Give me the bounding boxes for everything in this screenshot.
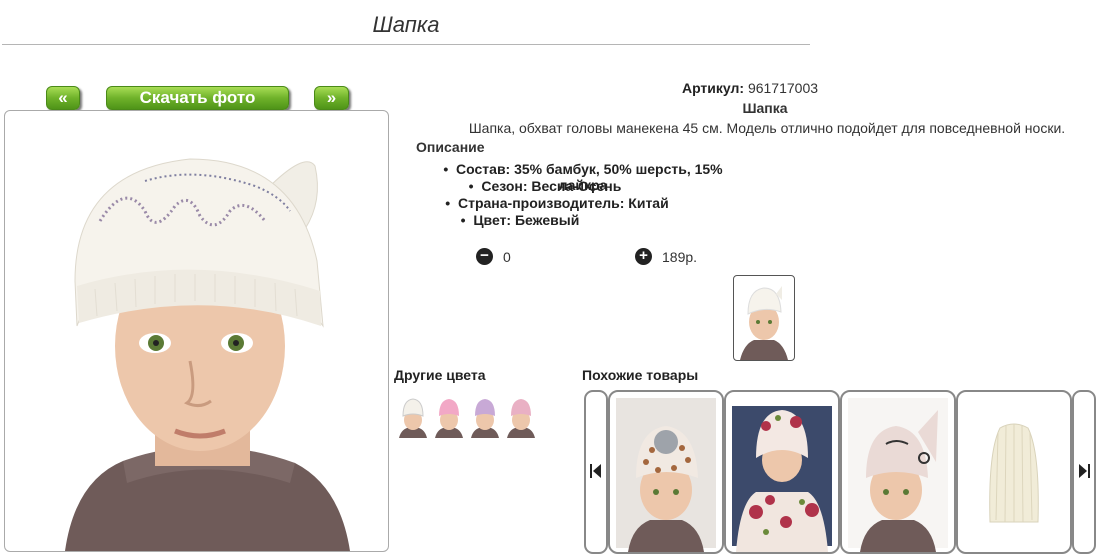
page-title: Шапка	[372, 12, 440, 37]
product-description: Шапка, обхват головы манекена 45 см. Мод…	[468, 120, 1066, 136]
quantity-value: 0	[503, 249, 511, 265]
arrow-right-icon	[1079, 464, 1090, 478]
title-divider	[2, 44, 810, 45]
plus-icon[interactable]: +	[635, 248, 652, 265]
spec-country: Страна-производитель: Китай	[394, 195, 720, 211]
next-photo-button[interactable]: »	[314, 86, 349, 110]
photo-thumbnail[interactable]	[733, 275, 795, 361]
article-value: 961717003	[747, 80, 819, 96]
article-label: Артикул:	[681, 80, 745, 96]
similar-product-3[interactable]	[840, 390, 956, 554]
spec-season: Сезон: Весна-Осень	[382, 178, 708, 194]
similar-product-4[interactable]	[956, 390, 1072, 554]
color-swatch-pink[interactable]	[433, 394, 465, 438]
color-swatch-lilac[interactable]	[469, 394, 501, 438]
download-photo-button[interactable]: Скачать фото	[106, 86, 289, 110]
description-heading: Описание	[416, 139, 485, 155]
other-colors-heading: Другие цвета	[394, 367, 486, 383]
product-name: Шапка	[742, 100, 788, 116]
similar-products-heading: Похожие товары	[582, 367, 699, 383]
color-swatch-rose[interactable]	[505, 394, 537, 438]
arrow-left-icon	[590, 464, 601, 478]
color-swatch-beige[interactable]	[397, 394, 429, 438]
minus-icon[interactable]: −	[476, 248, 493, 265]
prev-photo-button[interactable]: «	[46, 86, 80, 110]
spec-color: Цвет: Бежевый	[357, 212, 683, 228]
similar-product-2[interactable]	[724, 390, 840, 554]
similar-product-1[interactable]	[608, 390, 724, 554]
main-product-photo[interactable]	[4, 110, 389, 552]
article-line: Артикул: 961717003	[400, 80, 1100, 96]
price-value: 189р.	[662, 249, 698, 265]
similar-prev-button[interactable]	[584, 390, 608, 554]
similar-next-button[interactable]	[1072, 390, 1096, 554]
